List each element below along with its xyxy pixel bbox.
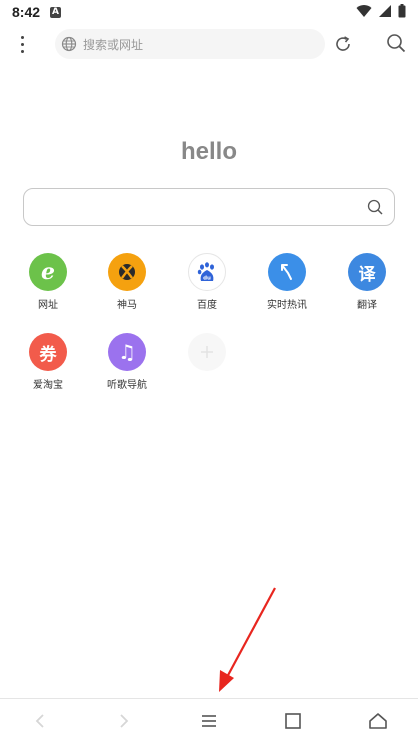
home-icon [369, 713, 387, 729]
menu-button[interactable] [12, 32, 32, 56]
greeting-text: hello [180, 138, 237, 165]
globe-icon [61, 36, 77, 52]
status-time: 8:42 [12, 4, 41, 20]
home-button[interactable] [366, 709, 390, 733]
menu-dot-icon [20, 49, 24, 53]
hamburger-icon [202, 715, 216, 727]
url-placeholder: 搜索或网址 [83, 37, 144, 52]
bottom-navigation [0, 698, 418, 743]
wifi-icon [356, 5, 372, 18]
search-icon[interactable] [385, 32, 407, 54]
shortcut-music[interactable]: ♫ 听歌导航 [97, 333, 157, 391]
shortcut-baidu[interactable]: du 百度 [177, 253, 237, 311]
status-indicators [356, 4, 406, 18]
signal-icon [379, 5, 391, 17]
chevron-left-icon [35, 714, 44, 728]
shortcut-translate[interactable]: 译 翻译 [337, 253, 397, 311]
coupon-icon: 券 [29, 333, 67, 371]
shortcut-aitaobao[interactable]: 券 爱淘宝 [18, 333, 78, 391]
shortcut-label: 网址 [38, 300, 58, 311]
url-input[interactable]: 搜索或网址 [55, 29, 325, 59]
arrow-cursor-icon [268, 253, 306, 291]
svg-text:du: du [203, 276, 211, 282]
shortcut-label: 百度 [197, 300, 217, 311]
xbox-icon [108, 253, 146, 291]
shortcut-label: 神马 [117, 300, 137, 311]
notification-icon: A [50, 6, 62, 18]
status-bar: 8:42 A [0, 0, 418, 24]
square-tabs-icon [285, 713, 301, 729]
main-search-box[interactable] [23, 188, 395, 226]
music-note-icon: ♫ [108, 333, 146, 371]
menu-button[interactable] [197, 709, 221, 733]
tabs-button[interactable] [281, 709, 305, 733]
menu-dot-icon [20, 35, 24, 39]
back-button[interactable] [28, 709, 52, 733]
browser-toolbar: 搜索或网址 [0, 28, 418, 60]
translate-icon: 译 [348, 253, 386, 291]
shortcut-label: 翻译 [357, 300, 377, 311]
forward-button[interactable] [112, 709, 136, 733]
shortcut-shenma[interactable]: 神马 [97, 253, 157, 311]
shortcut-wangzhi[interactable]: e 网址 [18, 253, 78, 311]
add-shortcut-button[interactable] [177, 333, 237, 371]
battery-icon [398, 4, 406, 18]
refresh-icon[interactable] [332, 33, 354, 55]
search-icon[interactable] [366, 198, 384, 216]
baidu-paw-icon: du [188, 253, 226, 291]
add-icon [188, 333, 226, 371]
menu-dot-icon [20, 42, 24, 46]
shortcut-label: 听歌导航 [107, 380, 147, 391]
ie-icon: e [29, 253, 67, 291]
shortcut-label: 实时热讯 [267, 300, 307, 311]
chevron-right-icon [120, 714, 129, 728]
shortcut-label: 爱淘宝 [33, 380, 63, 391]
shortcut-hot-news[interactable]: 实时热讯 [257, 253, 317, 311]
